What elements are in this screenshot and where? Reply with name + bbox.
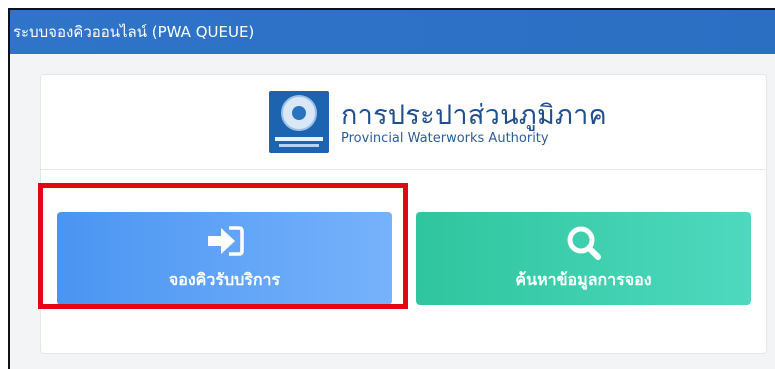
org-name-thai: การประปาส่วนภูมิภาค	[341, 100, 607, 131]
search-booking-button[interactable]: ค้นหาข้อมูลการจอง	[416, 212, 751, 305]
org-name-english: Provincial Waterworks Authority	[341, 131, 549, 146]
search-booking-label: ค้นหาข้อมูลการจอง	[515, 270, 652, 289]
sign-in-icon	[205, 224, 245, 262]
app-title: ระบบจองคิวออนไลน์ (PWA QUEUE)	[13, 23, 255, 41]
pwa-logo	[269, 91, 329, 153]
app-title-bar: ระบบจองคิวออนไลน์ (PWA QUEUE)	[10, 10, 775, 54]
book-queue-label: จองคิวรับบริการ	[168, 270, 281, 289]
app-frame: ระบบจองคิวออนไลน์ (PWA QUEUE) การประปาส่…	[8, 8, 775, 369]
search-icon	[564, 224, 604, 266]
card-header: การประปาส่วนภูมิภาค Provincial Waterwork…	[41, 75, 766, 170]
book-queue-button[interactable]: จองคิวรับบริการ	[57, 212, 392, 305]
main-card: การประปาส่วนภูมิภาค Provincial Waterwork…	[40, 74, 767, 354]
